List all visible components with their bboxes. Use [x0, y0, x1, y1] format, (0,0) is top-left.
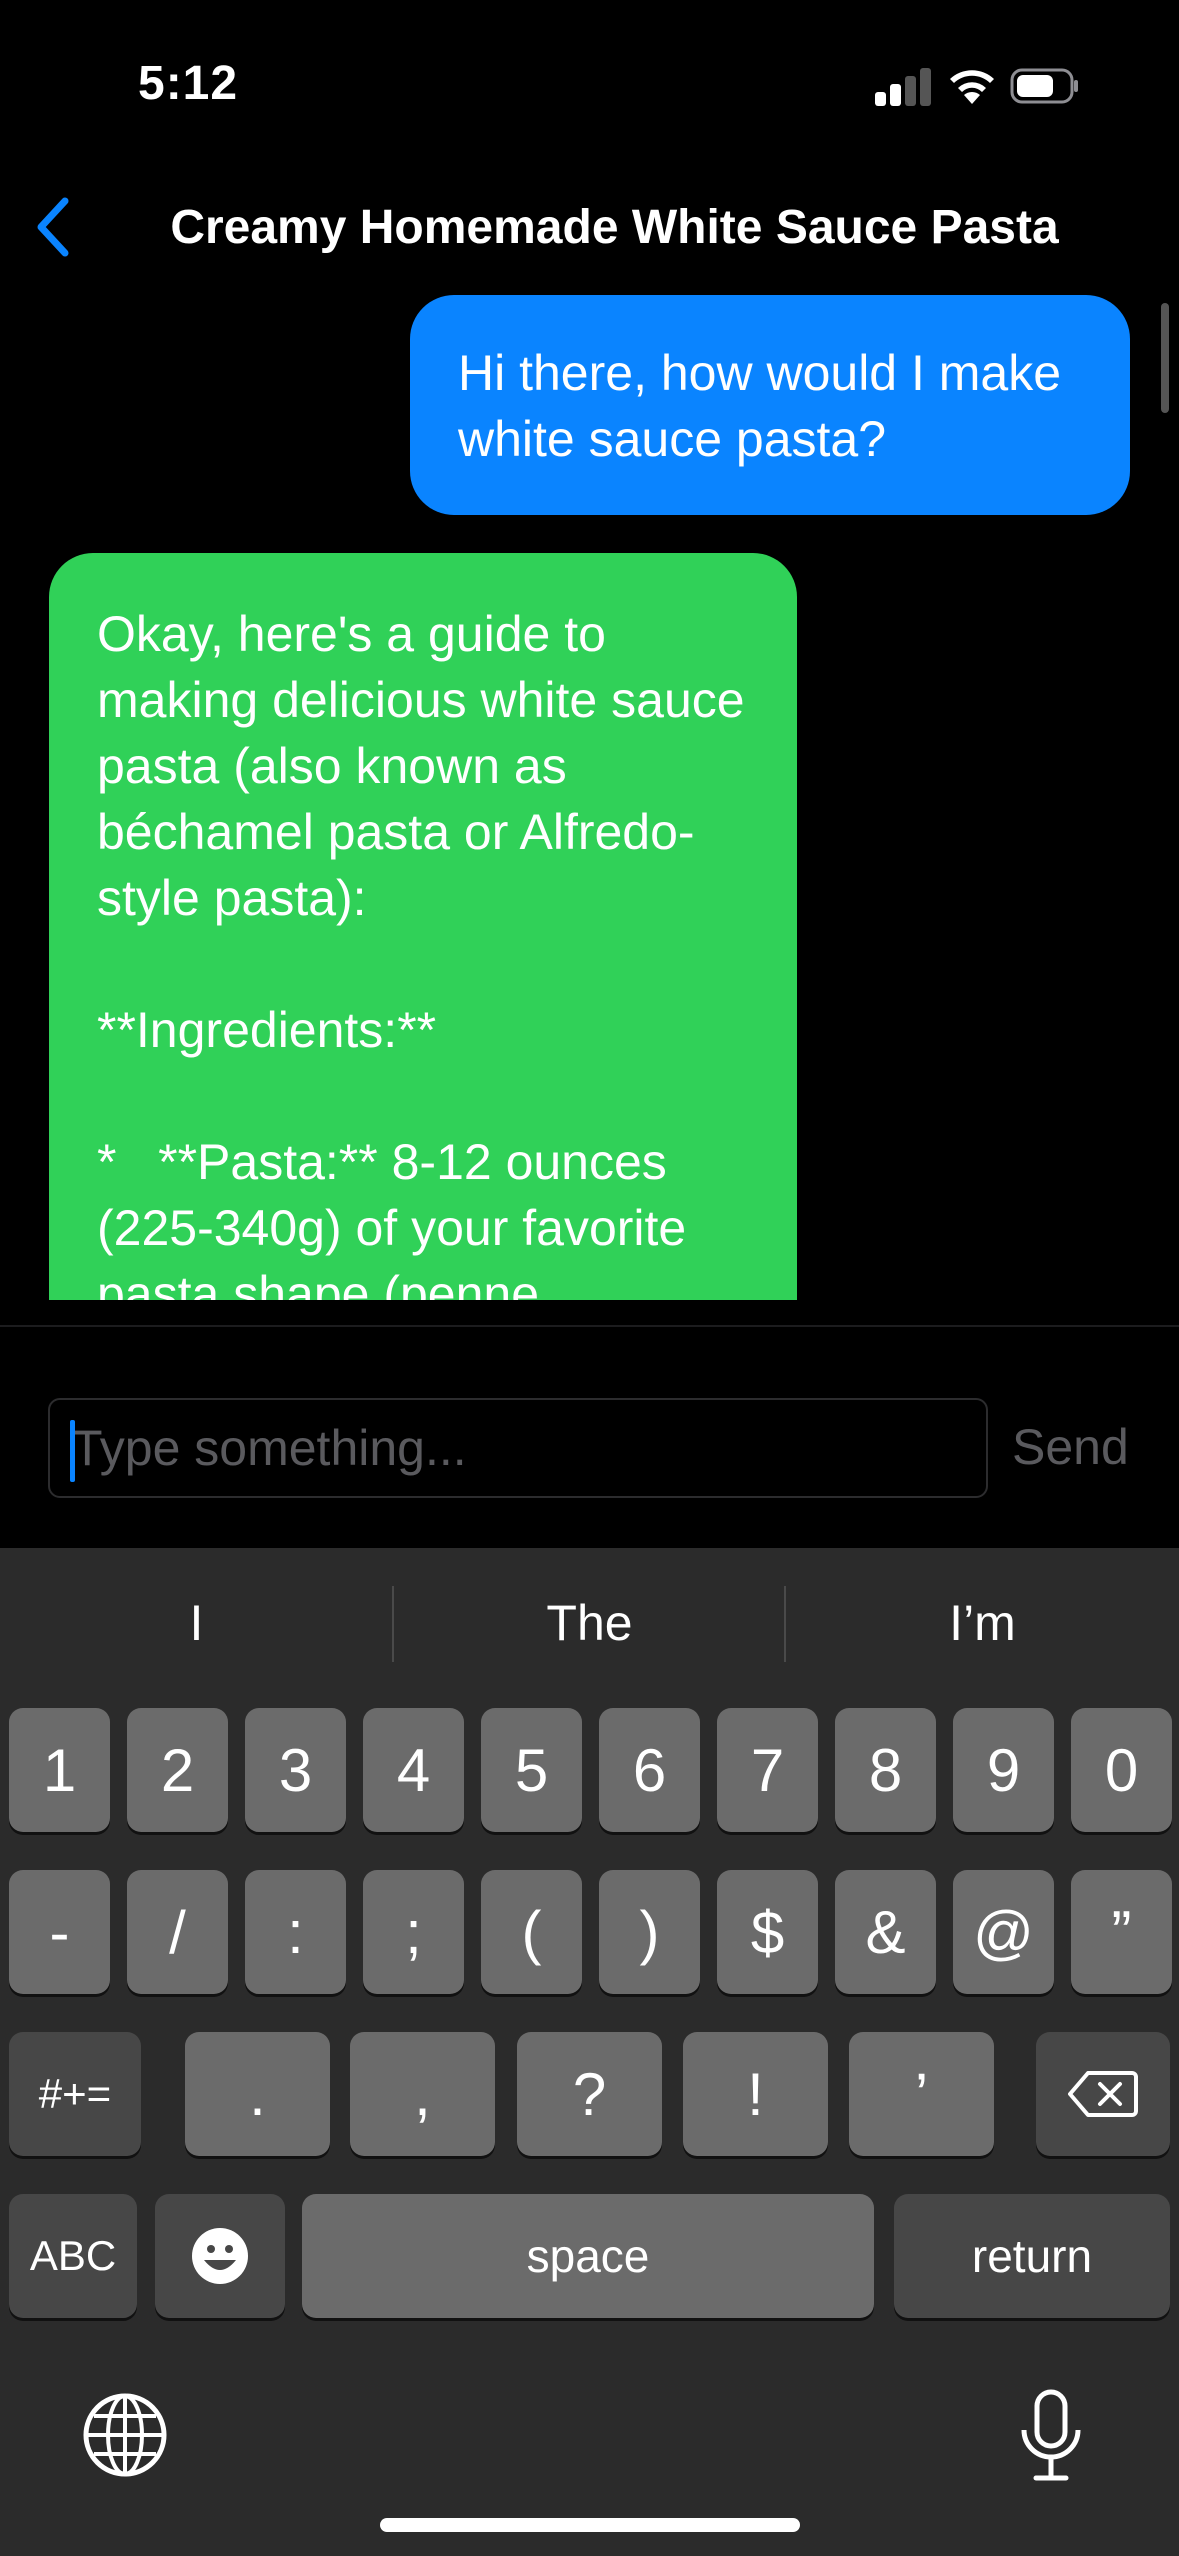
home-indicator[interactable] [380, 2518, 800, 2532]
cellular-signal-icon [875, 66, 931, 106]
key-quote[interactable]: ” [1071, 1870, 1172, 1994]
backspace-icon [1068, 2071, 1138, 2117]
message-input-container[interactable] [48, 1398, 988, 1498]
key-8[interactable]: 8 [835, 1708, 936, 1832]
key-more-symbols[interactable]: #+= [9, 2032, 141, 2156]
emoji-icon [192, 2228, 248, 2284]
key-semicolon[interactable]: ; [363, 1870, 464, 1994]
key-period[interactable]: . [185, 2032, 330, 2156]
send-button[interactable]: Send [1012, 1418, 1129, 1476]
keyboard: I The I’m 1 2 3 4 5 6 7 8 9 0 - / : ; ( … [0, 1548, 1179, 2556]
key-close-paren[interactable]: ) [599, 1870, 700, 1994]
suggestion-2[interactable]: The [393, 1548, 786, 1698]
key-abc[interactable]: ABC [9, 2194, 137, 2318]
key-at[interactable]: @ [953, 1870, 1054, 1994]
user-message-bubble: Hi there, how would I make white sauce p… [410, 295, 1130, 515]
key-hyphen[interactable]: - [9, 1870, 110, 1994]
assistant-message-bubble: Okay, here's a guide to making delicious… [49, 553, 797, 1300]
key-ampersand[interactable]: & [835, 1870, 936, 1994]
key-open-paren[interactable]: ( [481, 1870, 582, 1994]
key-5[interactable]: 5 [481, 1708, 582, 1832]
microphone-icon[interactable] [1018, 2388, 1084, 2484]
suggestion-3[interactable]: I’m [786, 1548, 1179, 1698]
key-slash[interactable]: / [127, 1870, 228, 1994]
delete-key[interactable] [1036, 2032, 1170, 2156]
key-2[interactable]: 2 [127, 1708, 228, 1832]
divider [0, 1325, 1179, 1327]
key-1[interactable]: 1 [9, 1708, 110, 1832]
message-input[interactable] [50, 1418, 986, 1478]
text-caret [70, 1420, 75, 1482]
page-title: Creamy Homemade White Sauce Pasta [170, 201, 1059, 254]
status-time: 5:12 [138, 57, 239, 110]
suggestion-1[interactable]: I [0, 1548, 393, 1698]
suggestion-bar: I The I’m [0, 1548, 1179, 1698]
key-7[interactable]: 7 [717, 1708, 818, 1832]
key-apostrophe[interactable]: ’ [849, 2032, 994, 2156]
scroll-indicator[interactable] [1161, 303, 1169, 413]
status-bar: 5:12 [0, 0, 1179, 170]
space-key[interactable]: space [302, 2194, 874, 2318]
key-0[interactable]: 0 [1071, 1708, 1172, 1832]
chat-scroll-area[interactable]: Hi there, how would I make white sauce p… [0, 285, 1179, 1300]
emoji-key[interactable] [155, 2194, 285, 2318]
key-6[interactable]: 6 [599, 1708, 700, 1832]
globe-icon[interactable] [82, 2392, 168, 2478]
return-key[interactable]: return [894, 2194, 1170, 2318]
key-4[interactable]: 4 [363, 1708, 464, 1832]
wifi-icon [950, 70, 994, 104]
key-question[interactable]: ? [517, 2032, 662, 2156]
battery-icon [1010, 68, 1078, 104]
key-9[interactable]: 9 [953, 1708, 1054, 1832]
key-dollar[interactable]: $ [717, 1870, 818, 1994]
key-3[interactable]: 3 [245, 1708, 346, 1832]
key-exclamation[interactable]: ! [683, 2032, 828, 2156]
key-comma[interactable]: , [350, 2032, 495, 2156]
key-colon[interactable]: : [245, 1870, 346, 1994]
navigation-bar: Creamy Homemade White Sauce Pasta [0, 170, 1179, 285]
